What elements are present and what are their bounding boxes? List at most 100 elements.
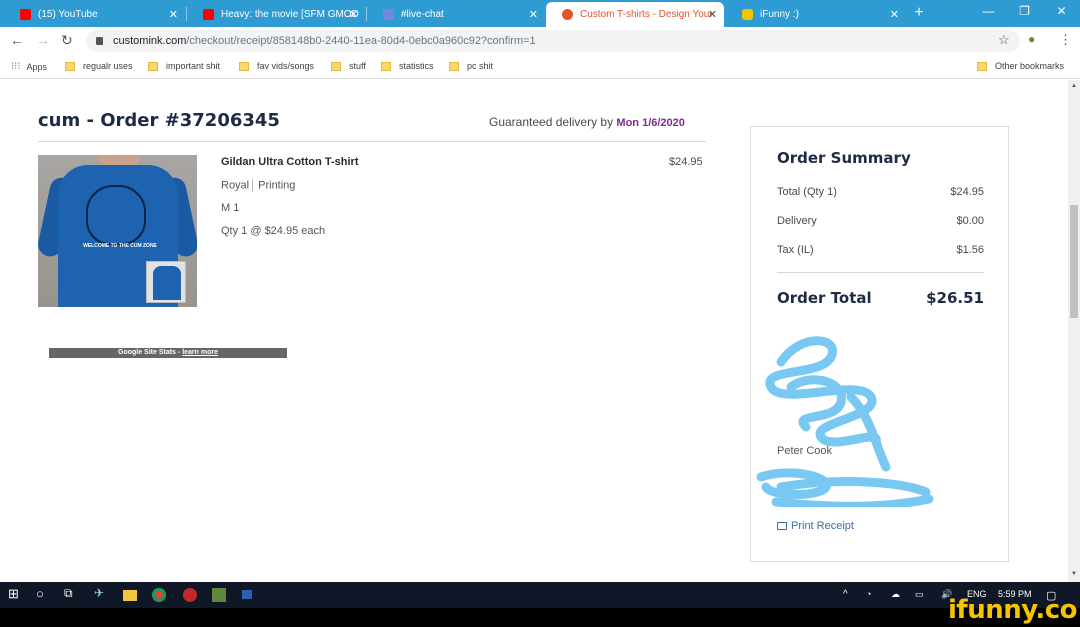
receipt-page: cum - Order #37206345 Guaranteed deliver… bbox=[0, 80, 1068, 582]
scrollbar-thumb[interactable] bbox=[1070, 205, 1078, 318]
page-title: cum - Order #37206345 bbox=[38, 110, 280, 131]
bookmark-other[interactable]: Other bookmarks bbox=[977, 61, 1064, 71]
restore-button[interactable]: ❐ bbox=[1007, 0, 1042, 22]
task-view-icon[interactable]: ⧉ bbox=[64, 586, 73, 601]
delivery-prefix: Guaranteed delivery by bbox=[489, 115, 614, 129]
bookmark-folder[interactable]: statistics bbox=[381, 61, 434, 71]
youtube-icon bbox=[203, 9, 214, 20]
bookmark-label: fav vids/songs bbox=[257, 61, 315, 71]
scroll-down-icon[interactable]: ▼ bbox=[1071, 571, 1077, 577]
folder-icon bbox=[331, 61, 341, 71]
item-price: $24.95 bbox=[669, 156, 703, 168]
summary-row-value: $0.00 bbox=[956, 215, 984, 227]
summary-divider bbox=[777, 272, 984, 273]
forward-button[interactable]: → bbox=[36, 32, 50, 48]
tab-label: Custom T-shirts - Design Your bbox=[580, 9, 713, 20]
close-icon[interactable]: ✕ bbox=[529, 8, 538, 21]
bottom-strip bbox=[0, 608, 1080, 627]
bookmark-folder[interactable]: regualr uses bbox=[65, 61, 133, 71]
chevron-up-icon[interactable]: ^ bbox=[843, 589, 848, 600]
search-icon[interactable]: ○ bbox=[36, 586, 44, 601]
new-tab-button[interactable]: + bbox=[907, 4, 931, 24]
close-icon[interactable]: ✕ bbox=[349, 8, 358, 21]
folder-icon bbox=[381, 61, 391, 71]
print-receipt-link[interactable]: Print Receipt bbox=[777, 520, 854, 532]
battery-icon[interactable]: ▭ bbox=[915, 589, 924, 600]
customink-icon bbox=[562, 9, 573, 20]
tab-live-chat[interactable]: #live-chat ✕ bbox=[367, 2, 545, 27]
bookmark-label: pc shit bbox=[467, 61, 494, 71]
order-total-value: $26.51 bbox=[926, 289, 984, 307]
file-explorer-icon[interactable] bbox=[123, 590, 137, 601]
tab-label: (15) YouTube bbox=[38, 9, 98, 20]
bookmark-folder[interactable]: important shit bbox=[148, 61, 220, 71]
tab-heavy-movie[interactable]: Heavy: the movie [SFM GMOD ✕ bbox=[187, 2, 365, 27]
steam-icon[interactable]: ✈ bbox=[94, 586, 104, 600]
shirt-print-text: WELCOME TO THE CUM ZONE bbox=[83, 243, 157, 249]
tab-strip: (15) YouTube ✕ Heavy: the movie [SFM GMO… bbox=[0, 0, 1080, 27]
divider bbox=[38, 141, 706, 142]
tab-label: #live-chat bbox=[401, 9, 444, 20]
reload-button[interactable]: ↻ bbox=[61, 32, 73, 49]
ifunny-icon bbox=[742, 9, 753, 20]
page-scrollbar[interactable]: ▲ ▼ bbox=[1068, 80, 1080, 582]
attr-divider bbox=[252, 179, 254, 192]
close-icon[interactable]: ✕ bbox=[890, 8, 899, 21]
product-image: WELCOME TO THE CUM ZONE bbox=[38, 155, 197, 307]
close-icon[interactable]: ✕ bbox=[169, 8, 178, 21]
minimize-button[interactable]: — bbox=[971, 0, 1006, 22]
shirt-thumbnail-icon bbox=[153, 266, 181, 300]
scroll-up-icon[interactable]: ▲ bbox=[1071, 83, 1077, 89]
redaction-scribble bbox=[756, 336, 934, 507]
cat-print-icon bbox=[86, 185, 146, 245]
back-button[interactable]: ← bbox=[10, 32, 24, 48]
summary-row: Delivery $0.00 bbox=[777, 215, 984, 227]
summary-row-label: Total (Qty 1) bbox=[777, 186, 837, 198]
close-window-button[interactable]: ✕ bbox=[1044, 0, 1079, 22]
order-total-label: Order Total bbox=[777, 289, 872, 307]
antivirus-icon[interactable]: ☁ bbox=[891, 589, 900, 600]
bookmarks-bar: ⁝⁝⁝ Apps regualr uses important shit fav… bbox=[0, 55, 1080, 79]
bookmark-folder[interactable]: fav vids/songs bbox=[239, 61, 314, 71]
folder-icon bbox=[239, 61, 249, 71]
close-icon[interactable]: ✕ bbox=[708, 8, 717, 21]
folder-icon bbox=[65, 61, 75, 71]
learn-more-link[interactable]: learn more bbox=[182, 349, 218, 356]
tab-ifunny[interactable]: iFunny :) ✕ bbox=[726, 2, 906, 27]
browser-toolbar: ← → ↻ customink.com/checkout/receipt/858… bbox=[0, 27, 1080, 55]
tab-label: iFunny :) bbox=[760, 9, 799, 20]
product-name: Gildan Ultra Cotton T-shirt bbox=[221, 156, 359, 168]
order-total-row: Order Total $26.51 bbox=[777, 289, 984, 307]
url-host: customink.com bbox=[113, 35, 187, 47]
bookmark-label: regualr uses bbox=[83, 61, 133, 71]
minecraft-icon[interactable] bbox=[212, 588, 226, 602]
menu-icon[interactable]: ⋮ bbox=[1059, 32, 1072, 48]
site-stats-bar: Google Site Stats - learn more bbox=[49, 348, 287, 358]
discord-icon bbox=[383, 9, 394, 20]
product-method: Printing bbox=[258, 179, 296, 192]
tab-youtube[interactable]: (15) YouTube ✕ bbox=[4, 2, 185, 27]
customer-name: Peter Cook bbox=[777, 445, 833, 457]
summary-title: Order Summary bbox=[777, 149, 911, 167]
bookmark-label: Other bookmarks bbox=[995, 61, 1065, 71]
extension-icon[interactable]: ● bbox=[1028, 32, 1035, 46]
app-window-icon[interactable] bbox=[242, 590, 252, 599]
ifunny-watermark: ifunny.co bbox=[948, 595, 1077, 625]
folder-icon bbox=[449, 61, 459, 71]
tab-customink[interactable]: Custom T-shirts - Design Your ✕ bbox=[546, 2, 724, 27]
bookmark-folder[interactable]: stuff bbox=[331, 61, 366, 71]
address-bar[interactable]: customink.com/checkout/receipt/858148b0-… bbox=[86, 30, 1020, 52]
summary-row: Tax (IL) $1.56 bbox=[777, 244, 984, 256]
product-thumbnail[interactable] bbox=[146, 261, 186, 303]
bookmark-apps[interactable]: ⁝⁝⁝ Apps bbox=[11, 61, 47, 72]
bookmark-folder[interactable]: pc shit bbox=[449, 61, 493, 71]
tab-label: Heavy: the movie [SFM GMOD bbox=[221, 9, 359, 20]
app-icon[interactable] bbox=[183, 588, 197, 602]
chrome-icon[interactable] bbox=[152, 588, 166, 602]
windows-start-icon[interactable]: ⊞ bbox=[8, 586, 19, 602]
order-summary-panel: Order Summary Total (Qty 1) $24.95 Deliv… bbox=[750, 126, 1009, 562]
network-icon[interactable]: ◔ bbox=[866, 589, 871, 599]
star-icon[interactable]: ☆ bbox=[998, 32, 1010, 48]
summary-row-label: Tax (IL) bbox=[777, 244, 814, 256]
summary-row-value: $1.56 bbox=[956, 244, 984, 256]
